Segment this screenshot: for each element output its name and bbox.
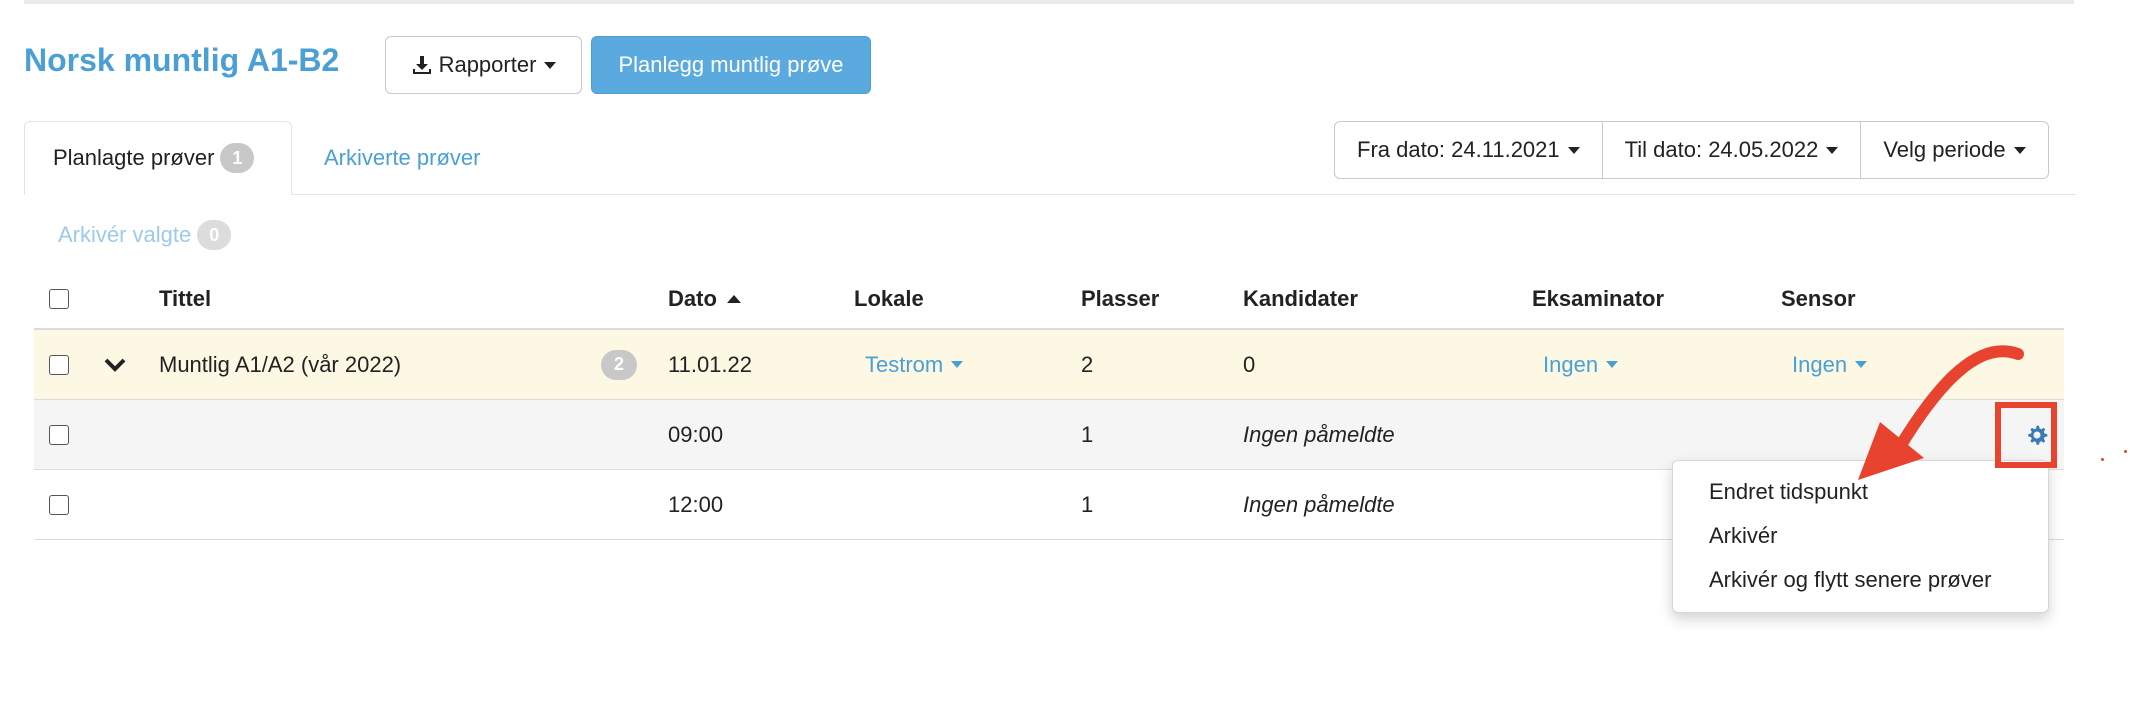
column-header-location: Lokale bbox=[854, 286, 924, 311]
places-value: 2 bbox=[1081, 351, 1094, 377]
report-button-label: Rapporter bbox=[438, 52, 537, 77]
places-value: 1 bbox=[1081, 421, 1094, 447]
chevron-down-icon bbox=[1826, 146, 1839, 154]
sort-ascending-icon bbox=[726, 295, 741, 303]
sensor-label: Ingen bbox=[1792, 351, 1848, 377]
column-header-sensor: Sensor bbox=[1781, 286, 1856, 311]
column-header-date[interactable]: Dato bbox=[668, 270, 741, 328]
examiner-label: Ingen bbox=[1543, 351, 1599, 377]
tab-label: Arkiverte prøver bbox=[324, 145, 481, 170]
period-label: Velg periode bbox=[1883, 137, 2006, 162]
places-value: 1 bbox=[1081, 491, 1094, 517]
column-header-places: Plasser bbox=[1081, 286, 1160, 311]
report-dropdown-button[interactable]: Rapporter bbox=[385, 36, 582, 94]
count-badge: 0 bbox=[197, 220, 232, 250]
row-checkbox[interactable] bbox=[49, 470, 69, 539]
menu-item-archive[interactable]: Arkivér bbox=[1709, 523, 1777, 549]
examiner-dropdown[interactable]: Ingen bbox=[1543, 330, 1619, 399]
tab-archived-tests[interactable]: Arkiverte prøver bbox=[296, 121, 508, 195]
download-icon bbox=[411, 54, 433, 76]
session-count-badge: 2 bbox=[601, 330, 637, 399]
archive-selected-button[interactable]: Arkivér valgte 0 bbox=[58, 220, 232, 250]
test-title: Muntlig A1/A2 (vår 2022) bbox=[159, 351, 402, 377]
column-header-candidates: Kandidater bbox=[1243, 286, 1358, 311]
location-dropdown[interactable]: Testrom bbox=[865, 330, 964, 399]
table-header: Tittel Dato Lokale Plasser Kandidater Ek… bbox=[34, 270, 2064, 330]
chevron-down-icon bbox=[1606, 361, 1619, 368]
period-dropdown[interactable]: Velg periode bbox=[1861, 122, 2047, 178]
date-filter-group: Fra dato: 24.11.2021 Til dato: 24.05.202… bbox=[1334, 121, 2049, 179]
menu-item-archive-and-move[interactable]: Arkivér og flytt senere prøver bbox=[1709, 567, 1991, 593]
from-date-label: Fra dato: 24.11.2021 bbox=[1357, 137, 1560, 162]
from-date-dropdown[interactable]: Fra dato: 24.11.2021 bbox=[1335, 122, 1603, 178]
count-badge: 1 bbox=[220, 143, 255, 173]
tab-planned-tests[interactable]: Planlagte prøver 1 bbox=[24, 121, 292, 195]
select-all-checkbox[interactable] bbox=[49, 270, 69, 328]
annotation-dot bbox=[2101, 458, 2104, 461]
session-time: 12:00 bbox=[668, 491, 724, 517]
plan-oral-test-button[interactable]: Planlegg muntlig prøve bbox=[591, 36, 871, 94]
page-title: Norsk muntlig A1-B2 bbox=[24, 42, 340, 78]
tab-label: Planlagte prøver bbox=[53, 145, 215, 170]
row-checkbox[interactable] bbox=[49, 400, 69, 469]
archive-selected-label: Arkivér valgte bbox=[58, 222, 192, 247]
row-checkbox[interactable] bbox=[49, 330, 69, 399]
chevron-down-icon bbox=[1567, 146, 1580, 154]
table-row: Muntlig A1/A2 (vår 2022) 2 11.01.22 Test… bbox=[34, 330, 2064, 400]
column-header-examiner: Eksaminator bbox=[1532, 286, 1665, 311]
chevron-down-icon bbox=[951, 361, 964, 368]
candidates-value: Ingen påmeldte bbox=[1243, 421, 1395, 447]
candidates-value: 0 bbox=[1243, 351, 1256, 377]
chevron-down-icon bbox=[2013, 146, 2026, 154]
test-date: 11.01.22 bbox=[668, 351, 753, 377]
location-label: Testrom bbox=[865, 351, 944, 377]
session-time: 09:00 bbox=[668, 421, 724, 447]
candidates-value: Ingen påmeldte bbox=[1243, 491, 1395, 517]
top-divider bbox=[24, 0, 2074, 4]
annotation-dot bbox=[2124, 450, 2127, 453]
collapse-chevron-icon[interactable] bbox=[104, 330, 126, 399]
to-date-label: Til dato: 24.05.2022 bbox=[1624, 137, 1819, 162]
chevron-down-icon bbox=[544, 61, 557, 69]
to-date-dropdown[interactable]: Til dato: 24.05.2022 bbox=[1603, 122, 1862, 178]
annotation-arrow-icon bbox=[1858, 345, 2024, 480]
column-header-date-label: Dato bbox=[668, 286, 717, 311]
column-header-title: Tittel bbox=[159, 286, 212, 311]
